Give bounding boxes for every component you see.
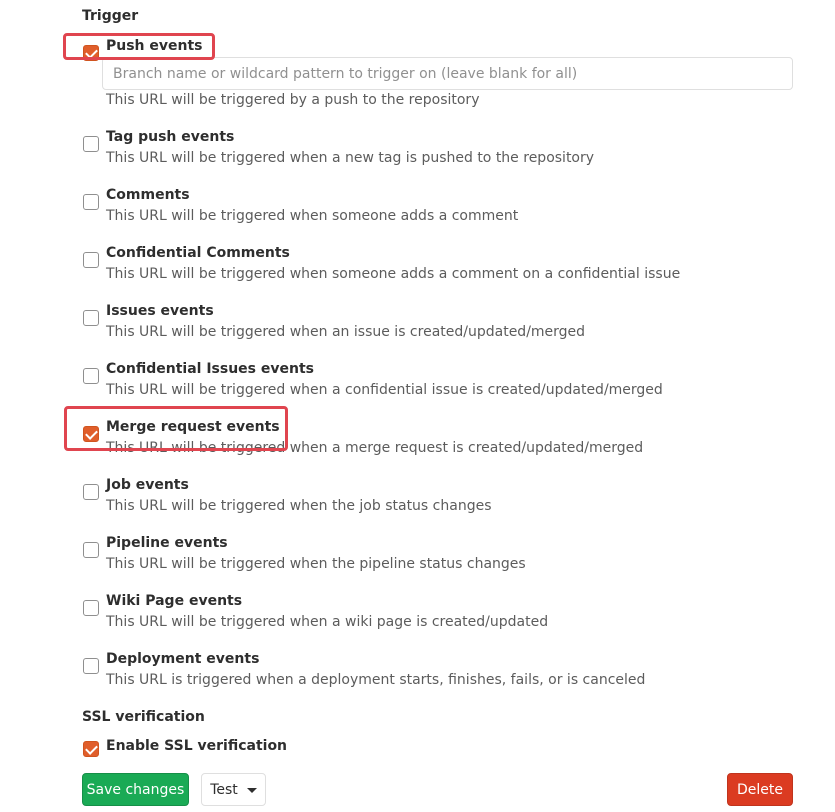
job-events-help: This URL will be triggered when the job …: [106, 498, 492, 514]
trigger-confidential-issues-events[interactable]: Confidential Issues events This URL will…: [82, 361, 802, 407]
test-button-label: Test: [210, 781, 238, 798]
confidential-comments-help: This URL will be triggered when someone …: [106, 266, 681, 282]
pipeline-events-label: Pipeline events: [106, 535, 228, 551]
push-events-label: Push events: [106, 38, 203, 54]
tag-push-events-checkbox[interactable]: [83, 136, 99, 152]
ssl-section-title: SSL verification: [82, 709, 205, 725]
merge-request-events-checkbox[interactable]: [83, 426, 99, 442]
merge-request-events-label: Merge request events: [106, 419, 280, 435]
confidential-comments-checkbox[interactable]: [83, 252, 99, 268]
trigger-deployment-events[interactable]: Deployment events This URL is triggered …: [82, 651, 802, 697]
delete-button[interactable]: Delete: [727, 773, 793, 806]
trigger-section-title: Trigger: [82, 8, 139, 24]
job-events-label: Job events: [106, 477, 189, 493]
trigger-job-events[interactable]: Job events This URL will be triggered wh…: [82, 477, 802, 523]
trigger-wiki-page-events[interactable]: Wiki Page events This URL will be trigge…: [82, 593, 802, 639]
confidential-issues-events-help: This URL will be triggered when a confid…: [106, 382, 663, 398]
issues-events-checkbox[interactable]: [83, 310, 99, 326]
trigger-confidential-comments[interactable]: Confidential Comments This URL will be t…: [82, 245, 802, 291]
trigger-merge-request-events[interactable]: Merge request events This URL will be tr…: [82, 419, 802, 465]
issues-events-help: This URL will be triggered when an issue…: [106, 324, 586, 340]
trigger-comments[interactable]: Comments This URL will be triggered when…: [82, 187, 802, 233]
tag-push-events-label: Tag push events: [106, 129, 235, 145]
confidential-issues-events-checkbox[interactable]: [83, 368, 99, 384]
trigger-pipeline-events[interactable]: Pipeline events This URL will be trigger…: [82, 535, 802, 581]
comments-help: This URL will be triggered when someone …: [106, 208, 519, 224]
pipeline-events-help: This URL will be triggered when the pipe…: [106, 556, 526, 572]
branch-filter-input[interactable]: [102, 57, 793, 90]
push-events-checkbox[interactable]: [83, 45, 99, 61]
test-dropdown-button[interactable]: Test: [201, 773, 266, 806]
save-changes-button[interactable]: Save changes: [82, 773, 189, 806]
push-events-help: This URL will be triggered by a push to …: [106, 92, 480, 108]
job-events-checkbox[interactable]: [83, 484, 99, 500]
comments-label: Comments: [106, 187, 190, 203]
enable-ssl-checkbox[interactable]: [83, 741, 99, 757]
tag-push-events-help: This URL will be triggered when a new ta…: [106, 150, 595, 166]
wiki-page-events-label: Wiki Page events: [106, 593, 243, 609]
caret-down-icon: [246, 788, 257, 793]
pipeline-events-checkbox[interactable]: [83, 542, 99, 558]
trigger-issues-events[interactable]: Issues events This URL will be triggered…: [82, 303, 802, 349]
deployment-events-help: This URL is triggered when a deployment …: [106, 672, 646, 688]
wiki-page-events-help: This URL will be triggered when a wiki p…: [106, 614, 549, 630]
issues-events-label: Issues events: [106, 303, 214, 319]
deployment-events-checkbox[interactable]: [83, 658, 99, 674]
confidential-comments-label: Confidential Comments: [106, 245, 290, 261]
comments-checkbox[interactable]: [83, 194, 99, 210]
merge-request-events-help: This URL will be triggered when a merge …: [106, 440, 644, 456]
enable-ssl-label: Enable SSL verification: [106, 738, 288, 754]
deployment-events-label: Deployment events: [106, 651, 260, 667]
wiki-page-events-checkbox[interactable]: [83, 600, 99, 616]
trigger-tag-push-events[interactable]: Tag push events This URL will be trigger…: [82, 129, 802, 175]
confidential-issues-events-label: Confidential Issues events: [106, 361, 314, 377]
